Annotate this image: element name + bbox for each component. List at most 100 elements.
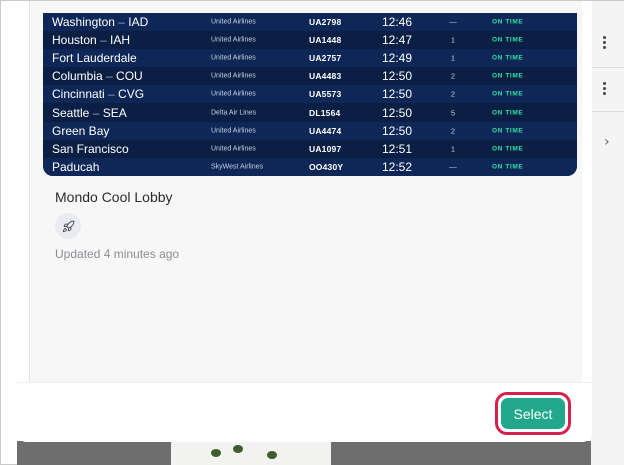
plant-decoration xyxy=(267,451,277,459)
flight-row: Paducah SkyWest Airlines OO430Y 12:52 — ON TI… xyxy=(43,157,577,176)
flight-destination: San Francisco xyxy=(52,142,129,156)
flight-time: 12:51 xyxy=(382,141,413,156)
select-button[interactable]: Select xyxy=(501,398,565,429)
flight-destination: Green Bay xyxy=(52,124,109,138)
flight-gate: — xyxy=(449,17,457,27)
flight-airline: Delta Air Lines xyxy=(211,109,257,117)
flight-number: UA2757 xyxy=(309,53,342,64)
flight-gate: 2 xyxy=(450,71,456,81)
flight-number: UA1097 xyxy=(309,143,342,154)
flight-status: ON TIME xyxy=(492,54,524,62)
flight-airline: United Airlines xyxy=(211,145,256,153)
flight-airport-code: IAD xyxy=(128,15,149,30)
flight-city: Fort Lauderdale xyxy=(52,51,137,66)
flight-number: OO430Y xyxy=(309,161,344,172)
flight-destination: Houston – IAH xyxy=(52,33,130,47)
template-card[interactable]: Washington – IAD United Airlines UA2798 12:… xyxy=(29,1,582,382)
flight-time: 12:47 xyxy=(382,33,413,48)
flight-gate: 1 xyxy=(450,35,456,45)
flight-status: ON TIME xyxy=(492,18,524,26)
flight-number: DL1564 xyxy=(309,107,341,118)
row-divider xyxy=(591,111,624,112)
flight-time: 12:46 xyxy=(382,15,413,30)
flight-gate: 2 xyxy=(450,126,456,136)
flight-number: UA4474 xyxy=(309,125,342,136)
flight-time: 12:50 xyxy=(382,105,413,120)
flight-airline: United Airlines xyxy=(211,36,256,44)
flight-airline: United Airlines xyxy=(211,127,256,135)
flight-gate: 1 xyxy=(450,53,456,63)
flight-destination: Columbia – COU xyxy=(52,69,143,83)
flight-destination: Paducah xyxy=(52,160,99,174)
dash-separator: – xyxy=(102,69,117,84)
flight-status: ON TIME xyxy=(492,72,524,80)
template-title: Mondo Cool Lobby xyxy=(55,189,173,205)
flight-row: Columbia – COU United Airlines UA4483 12:50… xyxy=(43,67,577,86)
flight-row: Houston – IAH United Airlines UA1448 12:47 1… xyxy=(43,31,577,50)
flight-city: San Francisco xyxy=(52,141,129,156)
updated-timestamp: Updated 4 minutes ago xyxy=(55,247,180,261)
flight-row: Fort Lauderdale United Airlines UA2757 12:4… xyxy=(43,49,577,68)
flight-board-preview: Washington – IAD United Airlines UA2798 12:… xyxy=(43,13,577,176)
flight-row: Washington – IAD United Airlines UA2798 12:… xyxy=(43,13,577,32)
flight-destination: Seattle – SEA xyxy=(52,106,127,120)
flight-row: Cincinnati – CVG United Airlines UA5573 12:… xyxy=(43,85,577,104)
dash-separator: – xyxy=(104,87,119,102)
flight-status: ON TIME xyxy=(492,90,524,98)
plant-decoration xyxy=(233,445,243,453)
flight-airport-code: COU xyxy=(116,69,143,84)
background-thumbnail xyxy=(171,441,331,465)
flight-airport-code: SEA xyxy=(102,105,127,120)
flight-number: UA5573 xyxy=(309,89,342,100)
flight-status: ON TIME xyxy=(492,163,524,171)
flight-status: ON TIME xyxy=(492,145,524,153)
chevron-right-icon[interactable]: › xyxy=(604,134,610,150)
template-preview-modal: Washington – IAD United Airlines UA2798 12:… xyxy=(17,1,592,442)
flight-number: UA4483 xyxy=(309,71,342,82)
flight-status: ON TIME xyxy=(492,127,524,135)
flight-airport-code: IAH xyxy=(110,33,131,48)
flight-time: 12:52 xyxy=(382,159,413,174)
flight-time: 12:50 xyxy=(382,69,413,84)
flight-time: 12:50 xyxy=(382,123,413,138)
flight-destination: Fort Lauderdale xyxy=(52,51,137,65)
flight-airport-code: CVG xyxy=(118,87,145,102)
flight-gate: — xyxy=(449,162,457,172)
dash-separator: – xyxy=(89,105,103,120)
flight-city: Green Bay xyxy=(52,123,110,138)
flight-number: UA2798 xyxy=(309,17,342,28)
background-page-right xyxy=(591,1,624,465)
flight-airline: United Airlines xyxy=(211,18,256,26)
row-divider xyxy=(591,67,624,68)
modal-backdrop xyxy=(17,441,591,465)
flight-city: Seattle xyxy=(52,105,90,120)
flight-city: Paducah xyxy=(52,159,100,174)
flight-airline: United Airlines xyxy=(211,72,256,80)
flight-airline: United Airlines xyxy=(211,90,256,98)
flight-row: San Francisco United Airlines UA1097 12:51 1… xyxy=(43,139,577,158)
flight-airline: SkyWest Airlines xyxy=(211,163,263,171)
flight-airline: United Airlines xyxy=(211,54,256,62)
flight-gate: 5 xyxy=(450,108,456,118)
flight-destination: Cincinnati – CVG xyxy=(52,87,144,101)
modal-footer: Select xyxy=(17,382,592,442)
flight-city: Washington xyxy=(52,15,115,30)
rocket-icon[interactable] xyxy=(55,213,81,239)
flight-city: Cincinnati xyxy=(52,87,105,102)
flight-status: ON TIME xyxy=(492,36,524,44)
flight-row: Green Bay United Airlines UA4474 12:50 2 ON T… xyxy=(43,121,577,140)
more-options-icon[interactable] xyxy=(601,81,607,97)
flight-row: Seattle – SEA Delta Air Lines DL1564 12:50 5… xyxy=(43,103,577,122)
flight-time: 12:50 xyxy=(382,87,413,102)
flight-number: UA1448 xyxy=(309,35,342,46)
dash-separator: – xyxy=(114,15,129,30)
more-options-icon[interactable] xyxy=(601,35,607,51)
flight-destination: Washington – IAD xyxy=(52,15,148,29)
flight-gate: 2 xyxy=(450,89,456,99)
flight-time: 12:49 xyxy=(382,51,413,66)
flight-gate: 1 xyxy=(450,144,456,154)
flight-city: Columbia xyxy=(52,69,103,84)
flight-city: Houston xyxy=(52,33,97,48)
plant-decoration xyxy=(211,449,221,457)
dash-separator: – xyxy=(96,33,111,48)
